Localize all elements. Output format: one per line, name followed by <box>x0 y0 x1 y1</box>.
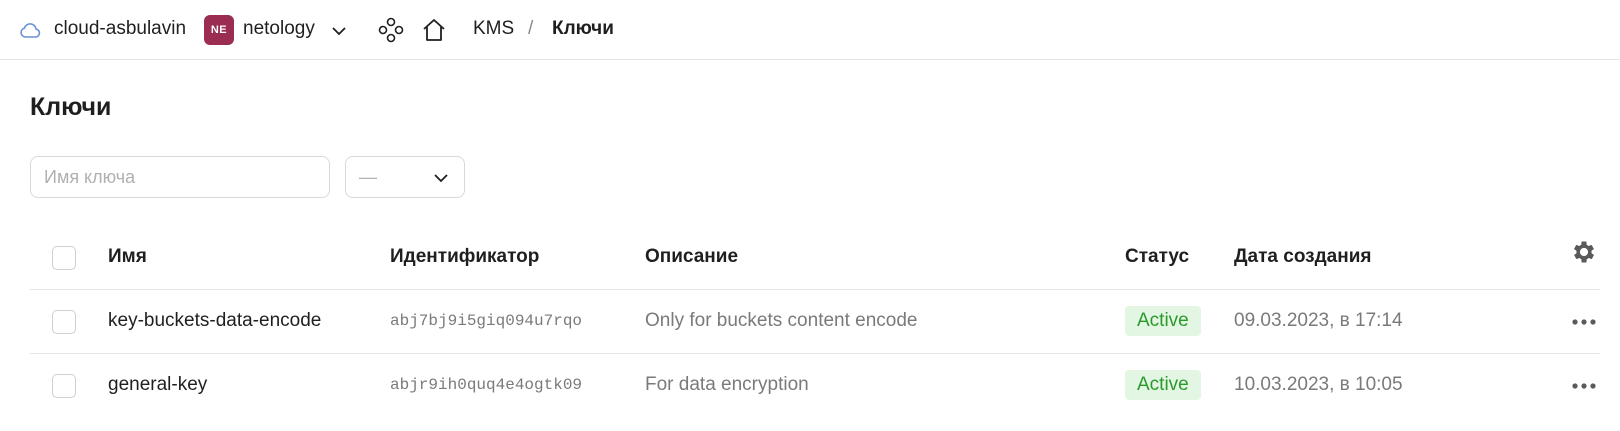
key-id: abj7bj9i5giq094u7rqo <box>390 312 583 330</box>
status-badge: Active <box>1125 306 1201 336</box>
breadcrumb-current: Ключи <box>552 18 614 39</box>
column-header-name[interactable]: Имя <box>108 246 147 268</box>
services-icon[interactable] <box>378 17 404 43</box>
folder-name[interactable]: netology <box>243 18 315 40</box>
key-name[interactable]: key-buckets-data-encode <box>108 310 321 332</box>
chevron-down-icon <box>434 174 448 183</box>
table-row[interactable]: key-buckets-data-encode abj7bj9i5giq094u… <box>30 290 1600 354</box>
key-id: abjr9ih0quq4e4ogtk09 <box>390 376 583 394</box>
column-header-id[interactable]: Идентификатор <box>390 246 539 268</box>
row-checkbox[interactable] <box>52 310 76 334</box>
breadcrumb-service[interactable]: KMS <box>473 18 514 40</box>
folder-avatar[interactable]: NE <box>204 15 234 45</box>
more-icon[interactable] <box>1570 312 1598 332</box>
key-name-search-input[interactable] <box>30 156 330 198</box>
column-header-status[interactable]: Статус <box>1125 246 1189 268</box>
chevron-down-icon[interactable] <box>329 21 349 41</box>
status-badge: Active <box>1125 370 1201 400</box>
table-row[interactable]: general-key abjr9ih0quq4e4ogtk09 For dat… <box>30 354 1600 418</box>
table-header-row: Имя Идентификатор Описание Статус Дата с… <box>30 226 1600 290</box>
key-description: For data encryption <box>645 374 809 395</box>
row-checkbox[interactable] <box>52 374 76 398</box>
breadcrumb-separator: / <box>528 18 534 39</box>
page-title: Ключи <box>30 93 112 121</box>
status-filter-select[interactable]: — <box>345 156 465 198</box>
top-bar: cloud-asbulavin NE netology KMS / Ключи <box>0 0 1620 60</box>
home-icon[interactable] <box>420 16 448 44</box>
key-name[interactable]: general-key <box>108 374 207 396</box>
cloud-name[interactable]: cloud-asbulavin <box>54 18 186 40</box>
key-description: Only for buckets content encode <box>645 310 918 331</box>
select-all-checkbox[interactable] <box>52 246 76 270</box>
column-header-description[interactable]: Описание <box>645 246 738 268</box>
more-icon[interactable] <box>1570 376 1598 396</box>
column-header-created[interactable]: Дата создания <box>1234 246 1372 268</box>
status-filter-value: — <box>359 167 377 187</box>
key-created-date: 10.03.2023, в 10:05 <box>1234 374 1403 395</box>
key-created-date: 09.03.2023, в 17:14 <box>1234 310 1403 331</box>
gear-icon[interactable] <box>1570 238 1598 266</box>
cloud-icon[interactable] <box>18 19 42 43</box>
